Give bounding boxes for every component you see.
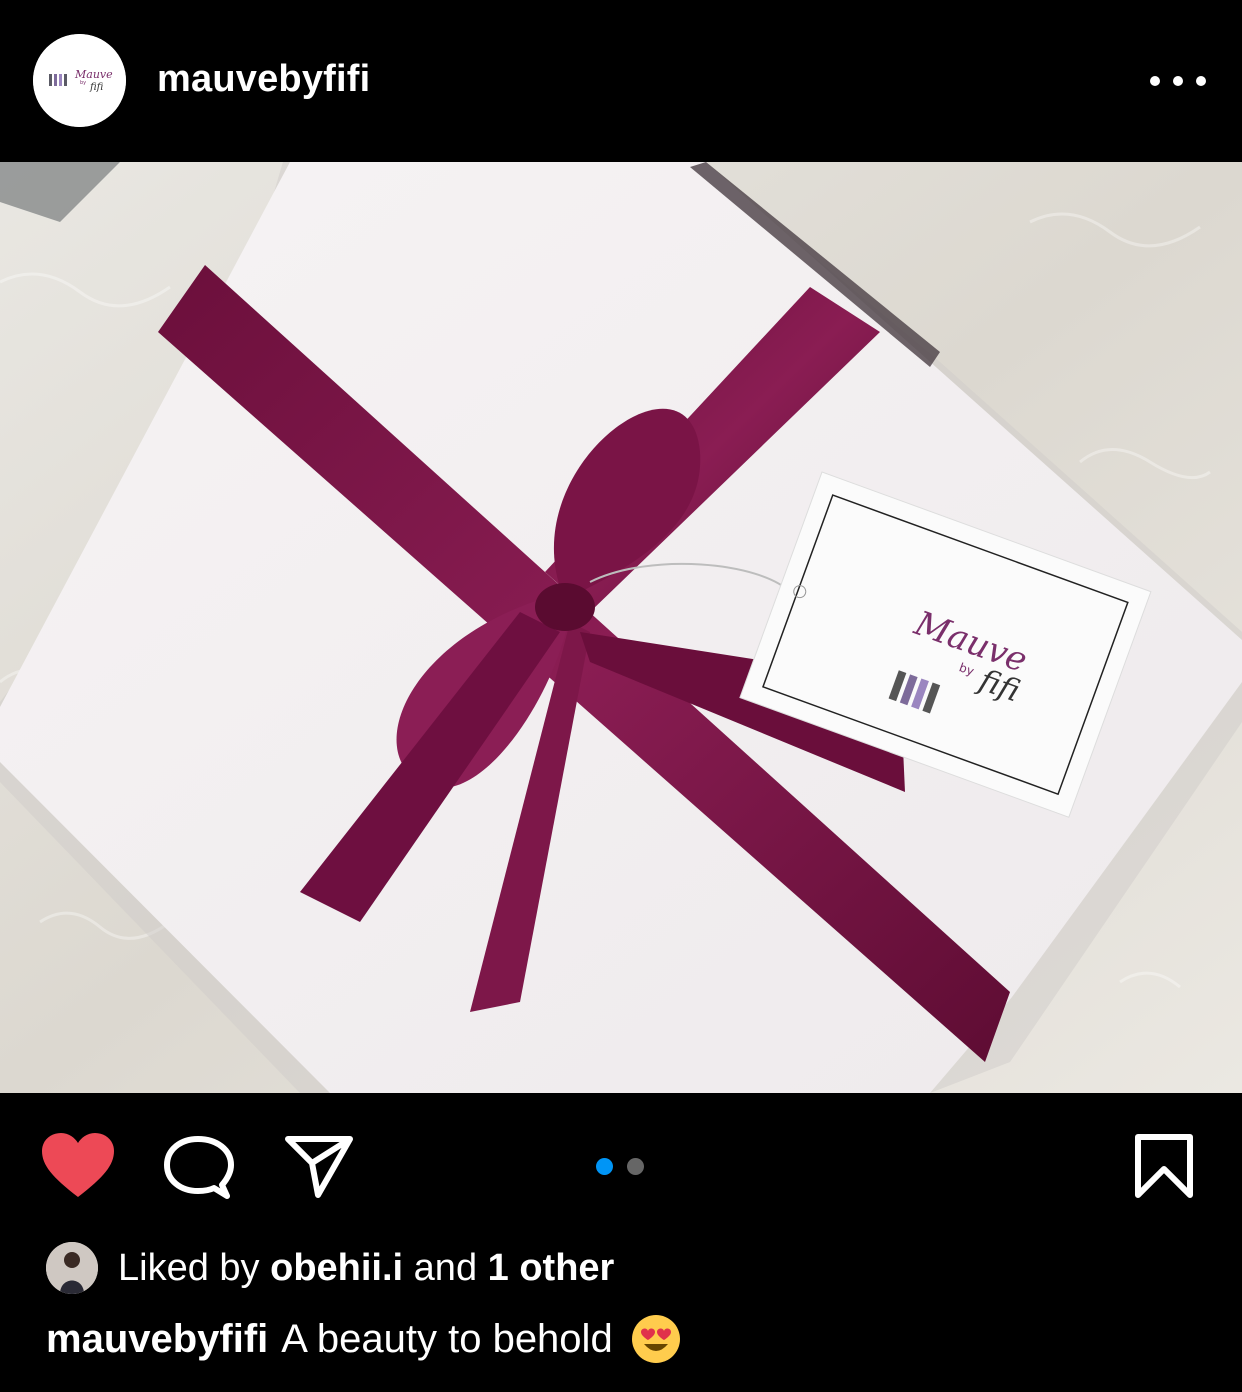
- post-photo[interactable]: Mauve by fifi: [0, 162, 1242, 1093]
- likes-others[interactable]: 1 other: [488, 1247, 615, 1290]
- bookmark-icon[interactable]: [1134, 1133, 1194, 1204]
- caption-username[interactable]: mauvebyfifi: [46, 1317, 268, 1362]
- post-header: Mauve by fifi mauvebyfifi: [0, 0, 1242, 162]
- more-dot: [1150, 76, 1160, 86]
- carousel-indicator: [596, 1158, 644, 1175]
- avatar-logo-name: fifi: [89, 82, 104, 93]
- heart-filled-icon[interactable]: [42, 1133, 114, 1204]
- post-caption: mauvebyfifi A beauty to behold: [46, 1314, 681, 1364]
- mauve-logo-icon: Mauve by fifi: [33, 34, 126, 127]
- ribbon-knot: [535, 583, 595, 631]
- more-options-icon[interactable]: [1150, 64, 1206, 98]
- more-dot: [1173, 76, 1183, 86]
- post-username[interactable]: mauvebyfifi: [157, 58, 370, 101]
- carousel-dot-active[interactable]: [596, 1158, 613, 1175]
- likes-prefix: Liked by: [118, 1246, 260, 1289]
- paper-plane-icon[interactable]: [284, 1135, 354, 1204]
- heart-eyes-emoji-icon: [631, 1315, 680, 1363]
- more-dot: [1196, 76, 1206, 86]
- carousel-dot[interactable]: [627, 1158, 644, 1175]
- liker-avatar[interactable]: [46, 1242, 98, 1294]
- comment-icon[interactable]: [164, 1135, 234, 1206]
- likes-conjunction: and: [413, 1246, 478, 1289]
- likes-summary[interactable]: Liked by obehii.i and 1 other: [46, 1240, 614, 1296]
- caption-text: A beauty to behold: [281, 1316, 613, 1361]
- likes-user[interactable]: obehii.i: [270, 1247, 403, 1290]
- profile-avatar[interactable]: Mauve by fifi: [33, 34, 126, 127]
- avatar-logo-by: by: [80, 80, 86, 86]
